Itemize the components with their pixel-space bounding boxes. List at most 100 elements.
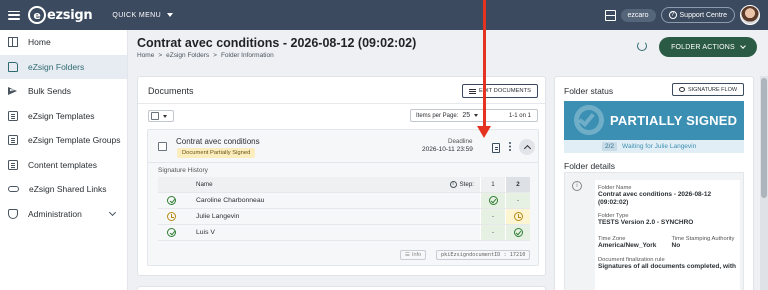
hamburger-menu-icon[interactable] [8,10,20,20]
link-icon [8,186,19,193]
sidebar-item-ezsign-templates[interactable]: eZsign Templates [0,104,127,129]
items-per-page-label: Items per Page: [416,112,459,119]
avatar[interactable] [740,5,760,25]
breadcrumb-home-link[interactable]: Home [137,52,154,59]
items-per-page-value: 25 [462,112,471,119]
divider [148,162,538,163]
select-all-checkbox[interactable] [151,112,159,120]
items-per-page-select[interactable]: Items per Page: 25 [411,110,485,121]
document-view-icon[interactable] [492,143,500,153]
support-centre-label: Support Centre [679,11,727,19]
chevron-down-icon [740,43,746,49]
folder-status-title: Folder status [564,86,614,96]
waiting-clock-icon [513,212,523,221]
sidebar-item-content-templates[interactable]: Content templates [0,153,127,178]
documents-title: Documents [148,86,194,96]
table-row: Luis V - [158,225,530,241]
top-right-area: ezcaro ? Support Centre [604,5,760,25]
sidebar-item-label: eZsign Templates [28,110,95,121]
secondary-panel [137,286,546,290]
caret-down-icon [163,114,167,118]
template-group-icon [8,135,18,146]
breadcrumb-separator: > [158,52,163,59]
scrollbar[interactable] [760,76,768,290]
waiting-bar: 2/2 Waiting for Julie Langevin [564,140,744,153]
sidebar-item-home[interactable]: Home [0,30,127,55]
finalization-rule-value: Signatures of all documents completed, w… [598,263,736,270]
time-zone-value: America/New_York [598,242,657,249]
folder-details-content: Folder Name Contrat avec conditions - 20… [595,180,740,290]
company-switch-icon[interactable] [604,9,616,21]
time-stamping-label: Time Stamping Authority [671,236,735,242]
signature-flow-button[interactable]: SIGNATURE FLOW [672,83,744,96]
folder-name-value: Contrat avec conditions - 2026-08-12 (09… [598,191,712,206]
edit-list-icon [468,88,476,94]
sidebar-item-ezsign-template-groups[interactable]: eZsign Template Groups [0,128,127,153]
folder-actions-button[interactable]: FOLDER ACTIONS [659,37,757,57]
folder-details-box: i Folder Name Contrat avec conditions - … [564,172,744,290]
folder-type-value: TESTS Version 2.0 - SYNCHRO [598,219,694,226]
caret-down-icon [474,114,479,117]
signature-flow-label: SIGNATURE FLOW [687,86,738,93]
signed-check-icon [167,196,176,205]
info-button[interactable]: ☰ Info [400,250,427,260]
document-id: pkiEzsigndocumentID : 17210 [436,250,531,260]
select-all-dropdown[interactable] [148,110,174,122]
document-name[interactable]: Contrat avec conditions [176,137,260,146]
quick-menu-button[interactable]: QUICK MENU [112,12,174,19]
sidebar-item-label: eZsign Shared Links [29,184,107,195]
folder-icon [8,61,18,72]
sidebar-item-ezsign-folders[interactable]: eZsign Folders [0,54,127,79]
sidebar-item-label: eZsign Folders [28,61,85,72]
sidebar-item-label: Home [28,37,51,48]
step-1-cell: - [480,209,505,224]
column-header-name: Name [196,181,213,188]
deadline-label: Deadline [448,138,473,145]
collapse-button[interactable] [519,139,535,155]
ezsign-logo[interactable]: e ezsign [28,6,93,24]
column-header-step-1: 1 [480,177,505,192]
sidebar-item-bulk-sends[interactable]: Bulk Sends [0,79,127,104]
waiting-count: 2/2 [602,142,618,151]
column-header-step-2: 2 [505,177,530,192]
step-2-cell [505,209,530,224]
scrollbar-thumb[interactable] [761,78,767,198]
step-2-cell: - [505,193,530,208]
folder-actions-label: FOLDER ACTIONS [671,43,735,51]
sidebar-item-label: Content templates [28,159,97,170]
sidebar-item-administration[interactable]: Administration [0,202,127,227]
status-badge: Document Partially Signed [177,148,256,158]
status-text: PARTIALLY SIGNED [610,113,738,128]
waiting-clock-icon [167,212,176,221]
annotation-arrow-head [477,126,491,138]
refresh-icon[interactable] [637,41,647,51]
sidebar-item-label: Bulk Sends [28,86,71,97]
support-centre-button[interactable]: ? Support Centre [660,7,735,23]
template-icon [8,110,18,121]
edit-documents-button[interactable]: EDIT DOCUMENTS [462,84,538,98]
top-bar: e ezsign QUICK MENU ezcaro ? Support Cent… [0,0,768,30]
chevron-down-icon [108,208,117,216]
edit-documents-label: EDIT DOCUMENTS [478,88,532,94]
table-row: Caroline Charbonneau - [158,193,530,209]
table-header-row: Name i Step: 1 2 [158,177,530,193]
breadcrumb-folders-link[interactable]: eZsign Folders [166,52,209,59]
user-name-pill[interactable]: ezcaro [620,8,656,22]
sidebar-item-label: Administration [28,208,82,219]
info-icon[interactable]: i [449,181,457,188]
sidebar: Home eZsign Folders Bulk Sends eZsign Te… [0,30,128,290]
document-card: Contrat avec conditions Document Partial… [147,129,539,266]
admin-icon [8,208,18,219]
signer-name: Caroline Charbonneau [196,197,265,204]
flow-icon [678,87,685,92]
deadline-value: 2026-10-11 23:59 [422,146,473,153]
step-1-cell [480,193,505,208]
sidebar-item-ezsign-shared-links[interactable]: eZsign Shared Links [0,177,127,202]
signed-check-icon [167,228,176,237]
send-icon [8,86,18,96]
signer-name: Julie Langevin [196,213,240,220]
pagination: Items per Page: 25 1-1 on 1 [410,109,538,122]
time-stamping-value: No [671,242,681,249]
more-options-icon[interactable] [509,142,511,144]
document-checkbox[interactable] [158,142,167,151]
